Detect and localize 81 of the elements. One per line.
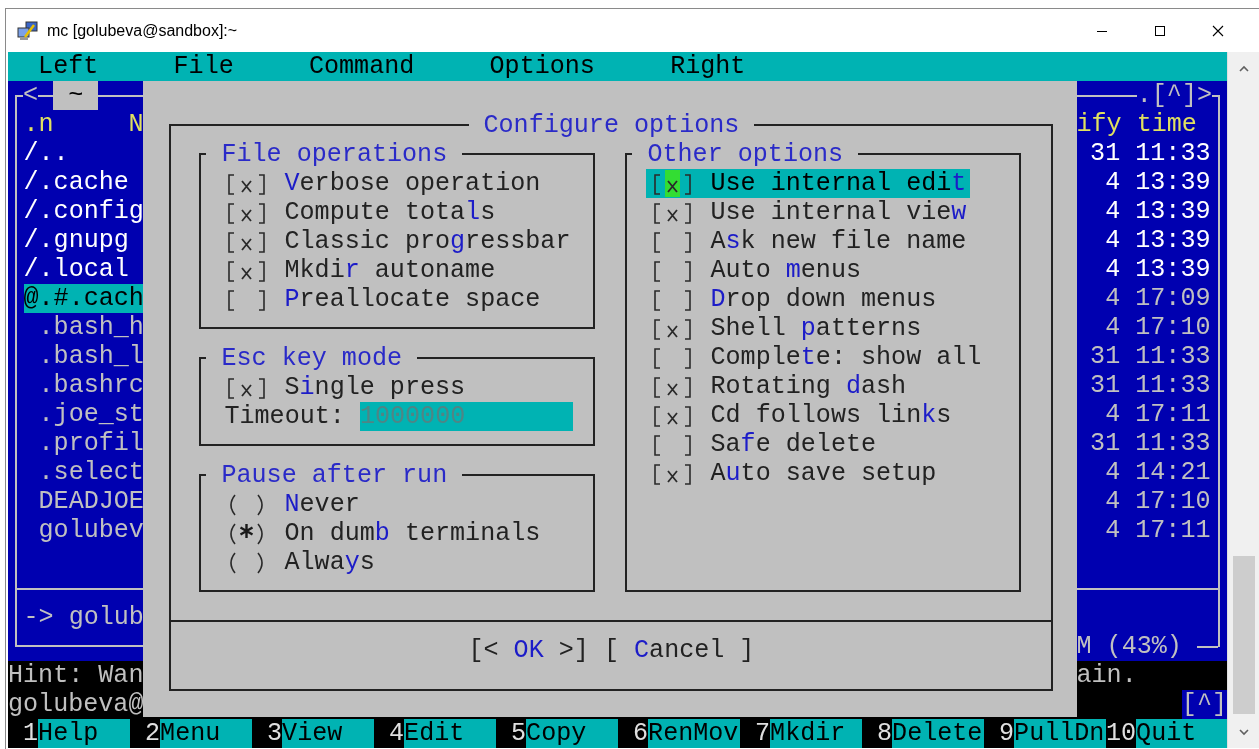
group-title: Esc key mode bbox=[206, 343, 418, 373]
menu-item[interactable]: Left bbox=[38, 52, 99, 81]
column-header: N bbox=[128, 110, 144, 139]
close-icon[interactable] bbox=[1212, 24, 1224, 37]
option-label: Single press bbox=[284, 372, 466, 402]
option-label: Cd follows links bbox=[710, 400, 952, 430]
file-row[interactable]: .bash_l bbox=[23, 342, 144, 371]
maximize-icon[interactable] bbox=[1154, 24, 1166, 37]
option-label: Mkdir autoname bbox=[284, 255, 496, 285]
time-cell-text: 4 13:39 bbox=[1104, 226, 1211, 255]
menu-item[interactable]: Options bbox=[489, 52, 595, 81]
option-label: Ask new file name bbox=[710, 226, 967, 256]
option-label: On dumb terminals bbox=[284, 518, 541, 548]
menu-item[interactable]: Right bbox=[670, 52, 746, 81]
file-row[interactable]: /.. bbox=[23, 139, 144, 168]
panel-footer: M (43%) bbox=[1076, 632, 1182, 661]
file-row[interactable]: /.gnupg bbox=[23, 226, 144, 255]
column-header: ify time bbox=[1076, 110, 1198, 139]
option-label: Safe delete bbox=[710, 429, 877, 459]
time-cell-text: 31 11:33 bbox=[1089, 371, 1211, 400]
time-cell-text: 4 13:39 bbox=[1104, 255, 1211, 284]
time-cell-text: 4 13:39 bbox=[1104, 197, 1211, 226]
option-label: Use internal edit bbox=[710, 168, 967, 198]
file-row[interactable]: .joe_st bbox=[23, 400, 144, 429]
hint-text: Hint: Wan bbox=[8, 661, 144, 690]
option-label: Verbose operation bbox=[284, 168, 541, 198]
scroll-up-icon[interactable] bbox=[1238, 64, 1249, 72]
group-title: File operations bbox=[206, 139, 463, 169]
time-cell-text: 4 17:09 bbox=[1104, 284, 1211, 313]
column-header: .n bbox=[23, 110, 54, 139]
computers-icon bbox=[17, 20, 39, 41]
option-label: Use internal view bbox=[710, 197, 967, 227]
file-row[interactable]: golubev bbox=[23, 516, 144, 545]
file-row[interactable]: .select bbox=[23, 458, 144, 487]
option-label: Always bbox=[284, 547, 375, 577]
option-label: Compute totals bbox=[284, 197, 496, 227]
highlighted-option[interactable]: Use internal edit bbox=[646, 168, 971, 198]
option-label: Auto save setup bbox=[710, 458, 937, 488]
time-cell-text: 31 11:33 bbox=[1089, 139, 1211, 168]
file-row[interactable]: /.local bbox=[23, 255, 144, 284]
time-cell-text: 31 11:33 bbox=[1089, 429, 1211, 458]
group-title: Other options bbox=[632, 139, 859, 169]
time-cell-text: 4 17:11 bbox=[1104, 516, 1211, 545]
scroll-down-icon[interactable] bbox=[1238, 728, 1249, 736]
file-row[interactable]: .profil bbox=[23, 429, 144, 458]
option-label: Complete: show all bbox=[710, 342, 982, 372]
menu-item[interactable]: File bbox=[173, 52, 234, 81]
window-title: mc [golubeva@sandbox]:~ bbox=[47, 21, 238, 40]
time-cell-text: 4 17:11 bbox=[1104, 400, 1211, 429]
time-cell-text: 31 11:33 bbox=[1089, 342, 1211, 371]
file-row[interactable]: /.cache bbox=[23, 168, 144, 197]
panel-controls[interactable]: .[^]> bbox=[1136, 81, 1212, 110]
function-key[interactable]: 10Quit bbox=[1106, 719, 1227, 748]
nav-arrow[interactable]: < bbox=[23, 81, 39, 110]
file-row[interactable]: .bashrc bbox=[23, 371, 144, 400]
command-prompt: golubeva@ bbox=[8, 690, 144, 719]
history-button[interactable]: [^] bbox=[1181, 690, 1227, 719]
menu-item[interactable]: Command bbox=[308, 52, 415, 81]
dialog-button[interactable]: [ Cancel ] bbox=[603, 636, 755, 665]
field-label: Timeout: bbox=[224, 401, 345, 431]
option-label: Classic progressbar bbox=[284, 226, 571, 256]
option-label: Never bbox=[284, 489, 360, 519]
time-cell-text: 4 17:10 bbox=[1104, 313, 1211, 342]
time-cell-text: 4 13:39 bbox=[1104, 168, 1211, 197]
option-label: Drop down menus bbox=[710, 284, 937, 314]
option-label: Preallocate space bbox=[284, 284, 541, 314]
file-row[interactable]: DEADJOE bbox=[23, 487, 144, 516]
dialog-button[interactable]: [< OK >] bbox=[468, 636, 589, 665]
mini-status: -> golub bbox=[23, 603, 144, 632]
option-label: Shell patterns bbox=[710, 313, 922, 343]
path-tab[interactable]: ~ bbox=[53, 81, 99, 110]
hint-text: ain. bbox=[1076, 661, 1138, 690]
scroll-thumb[interactable] bbox=[1232, 556, 1255, 714]
option-label: Rotating dash bbox=[710, 371, 907, 401]
file-row[interactable]: @.#.cach bbox=[23, 284, 144, 313]
file-row[interactable]: /.config bbox=[23, 197, 144, 226]
time-cell-text: 4 14:21 bbox=[1104, 458, 1211, 487]
file-row[interactable]: .bash_h bbox=[23, 313, 144, 342]
time-cell-text: 4 17:10 bbox=[1104, 487, 1211, 516]
dialog-title: Configure options bbox=[468, 110, 755, 140]
option-label: Auto menus bbox=[710, 255, 861, 285]
